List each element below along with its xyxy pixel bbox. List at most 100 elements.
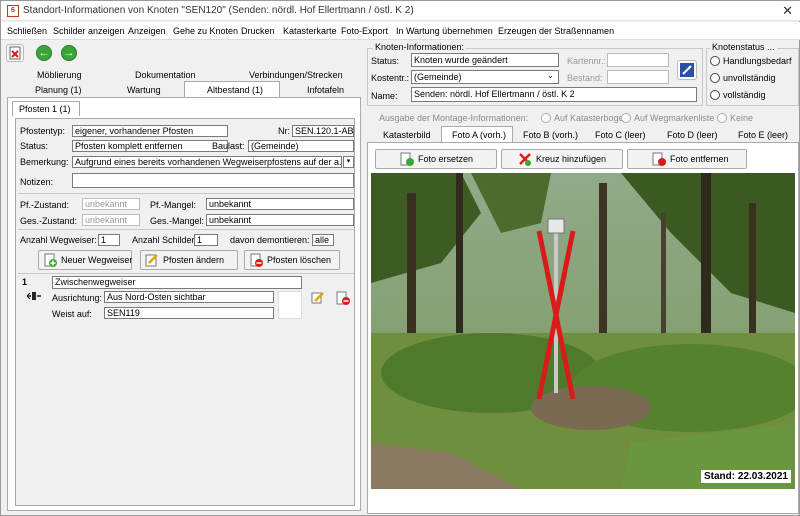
chevron-down-icon[interactable]: ⌄ [547, 71, 554, 80]
kreuz-hinzufuegen-button[interactable]: Kreuz hinzufügen [501, 149, 623, 169]
tab-pfosten-1[interactable]: Pfosten 1 (1) [12, 101, 80, 116]
radio-keine[interactable] [717, 113, 727, 123]
menu-item-strassennamen[interactable]: Erzeugen der Straßennamen [498, 26, 614, 36]
tab-planung[interactable]: Planung (1) [35, 85, 82, 95]
status-field[interactable]: Pfosten komplett entfernen [72, 140, 228, 152]
red-cross-icon [519, 153, 531, 166]
pf-zustand-label: Pf.-Zustand: [20, 200, 70, 210]
tab-foto-b[interactable]: Foto B (vorh.) [523, 130, 578, 140]
anz-wegweiser-label: Anzahl Wegweiser: [20, 235, 97, 245]
foto-ersetzen-button[interactable]: Foto ersetzen [375, 149, 497, 169]
tab-katasterbild[interactable]: Katasterbild [383, 130, 431, 140]
kreuz-hinzufuegen-label: Kreuz hinzufügen [536, 154, 607, 164]
anz-schilder-field[interactable]: 1 [194, 234, 218, 246]
nr-label: Nr: [278, 126, 290, 136]
menu-item-foto-export[interactable]: Foto-Export [341, 26, 388, 36]
delete-button[interactable] [6, 44, 24, 62]
divider [18, 193, 354, 194]
tab-foto-a[interactable]: Foto A (vorh.) [441, 126, 513, 143]
ausrichtung-field[interactable]: Aus Nord-Osten sichtbar [104, 291, 274, 303]
pf-zustand-field[interactable]: unbekannt [82, 198, 140, 210]
baulast-field[interactable]: (Gemeinde) [248, 140, 354, 152]
tab-wartung[interactable]: Wartung [127, 85, 161, 95]
foto-entfernen-button[interactable]: Foto entfernen [627, 149, 747, 169]
radio-vollstaendig[interactable] [710, 90, 720, 100]
tab-foto-c[interactable]: Foto C (leer) [595, 130, 646, 140]
title-bar: 6 Standort-Informationen von Knoten "SEN… [1, 1, 800, 21]
tab-altbestand[interactable]: Altbestand (1) [184, 81, 280, 97]
edit-icon [145, 254, 158, 267]
menu-item-schliessen[interactable]: Schließen [7, 26, 47, 36]
baulast-label: Baulast: [212, 141, 245, 151]
bemerkung-field[interactable]: Aufgrund eines bereits vorhandenen Wegwe… [72, 156, 342, 168]
demontieren-field[interactable]: alle [312, 234, 334, 246]
foto-entfernen-label: Foto entfernen [670, 154, 729, 164]
menu-item-schilder-anzeigen[interactable]: Schilder anzeigen [53, 26, 125, 36]
tab-verbindungen[interactable]: Verbindungen/Strecken [249, 70, 343, 80]
tab-infotafeln[interactable]: Infotafeln [307, 85, 344, 95]
wegweiser-name-field[interactable]: Zwischenwegweiser [52, 276, 302, 289]
app-window: 6 Standort-Informationen von Knoten "SEN… [0, 0, 800, 516]
pfosten-loeschen-button[interactable]: Pfosten löschen [244, 250, 340, 270]
menu-item-anzeigen[interactable]: Anzeigen [128, 26, 166, 36]
pfosten-aendern-button[interactable]: Pfosten ändern [140, 250, 238, 270]
bestand-field[interactable] [607, 70, 669, 84]
menu-item-drucken[interactable]: Drucken [241, 26, 275, 36]
montage-label: Ausgabe der Montage-Informationen: [379, 113, 529, 123]
notizen-label: Notizen: [20, 177, 54, 187]
back-arrow-icon[interactable]: ← [36, 45, 52, 61]
tab-foto-e[interactable]: Foto E (leer) [738, 130, 788, 140]
knoten-status-field[interactable]: Knoten wurde geändert [411, 53, 559, 67]
radio-handlungsbedarf[interactable] [710, 56, 720, 66]
menu-bar: Schließen Schilder anzeigen Anzeigen Geh… [1, 22, 800, 40]
tab-moeblierung[interactable]: Möblierung [37, 70, 82, 80]
neuer-wegweiser-button[interactable]: Neuer Wegweiser [38, 250, 132, 270]
edit-knoten-button[interactable] [677, 60, 697, 80]
demontieren-label: davon demontieren: [230, 235, 310, 245]
knoten-name-field[interactable]: Senden: nördl. Hof Ellertmann / östl. K … [411, 87, 697, 102]
signpost-icon [26, 292, 41, 300]
kartennr-label: Kartennr.: [567, 56, 607, 66]
anz-schilder-label: Anzahl Schilder: [132, 235, 198, 245]
pfostentyp-label: Pfostentyp: [20, 126, 66, 136]
menu-item-in-wartung[interactable]: In Wartung übernehmen [396, 26, 493, 36]
radio-unvollstaendig[interactable] [710, 73, 720, 83]
nr-field[interactable]: SEN.120.1-AB [292, 125, 354, 137]
delete-document-icon [250, 253, 263, 267]
weist-auf-field[interactable]: SEN119 [104, 307, 274, 319]
radio-katasterbogen[interactable] [541, 113, 551, 123]
ges-mangel-field[interactable]: unbekannt [206, 214, 354, 226]
bestand-label: Bestand: [567, 73, 603, 83]
edit-wegweiser-icon[interactable] [311, 291, 325, 305]
handlungsbedarf-label: Handlungsbedarf [723, 56, 792, 66]
divider [18, 229, 354, 230]
tab-dokumentation[interactable]: Dokumentation [135, 70, 196, 80]
ges-zustand-field[interactable]: unbekannt [82, 214, 140, 226]
pfosten-aendern-label: Pfosten ändern [163, 255, 225, 265]
knoten-name-label: Name: [371, 91, 398, 101]
app-icon: 6 [7, 5, 19, 17]
kostentr-select[interactable]: (Gemeinde) [411, 70, 559, 84]
radio-wegmarkenliste[interactable] [621, 113, 631, 123]
menu-item-katasterkarte[interactable]: Katasterkarte [283, 26, 337, 36]
kartennr-field[interactable] [607, 53, 669, 67]
foto-ersetzen-label: Foto ersetzen [418, 154, 474, 164]
menu-item-gehe-zu-knoten[interactable]: Gehe zu Knoten [173, 26, 238, 36]
bemerkung-dropdown-icon[interactable]: ▾ [343, 156, 354, 168]
kostentr-label: Kostentr.: [371, 73, 410, 83]
pfostentyp-field[interactable]: eigener, vorhandener Pfosten [72, 125, 228, 137]
tab-altbestand-label: Altbestand (1) [207, 85, 264, 95]
pf-mangel-field[interactable]: unbekannt [206, 198, 354, 210]
wegmarkenliste-label: Auf Wegmarkenliste [634, 113, 715, 123]
katasterbogen-label: Auf Katasterbogen [554, 113, 629, 123]
knoten-info-label: Knoten-Informationen: [373, 42, 467, 52]
anz-wegweiser-field[interactable]: 1 [98, 234, 120, 246]
tab-foto-d[interactable]: Foto D (leer) [667, 130, 718, 140]
divider [18, 273, 354, 274]
delete-wegweiser-icon[interactable] [336, 291, 350, 305]
close-icon[interactable]: ✕ [782, 3, 793, 19]
forward-arrow-icon[interactable]: → [61, 45, 77, 61]
neuer-wegweiser-label: Neuer Wegweiser [61, 255, 133, 265]
unvollstaendig-label: unvollständig [723, 73, 776, 83]
notizen-field[interactable] [72, 173, 354, 188]
